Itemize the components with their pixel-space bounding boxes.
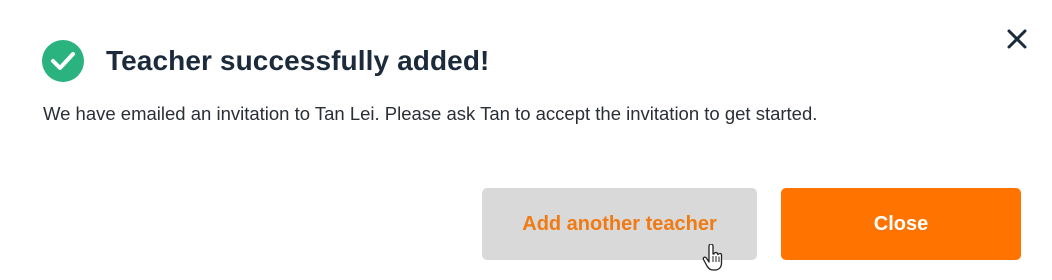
hand-pointer-icon [702, 243, 724, 272]
check-circle-icon [42, 40, 84, 82]
close-icon[interactable] [1002, 24, 1032, 54]
dialog-header: Teacher successfully added! [42, 40, 489, 82]
success-dialog: Teacher successfully added! We have emai… [0, 0, 1052, 280]
close-button[interactable]: Close [781, 188, 1021, 260]
dialog-message: We have emailed an invitation to Tan Lei… [43, 103, 818, 124]
dialog-title: Teacher successfully added! [106, 45, 490, 76]
